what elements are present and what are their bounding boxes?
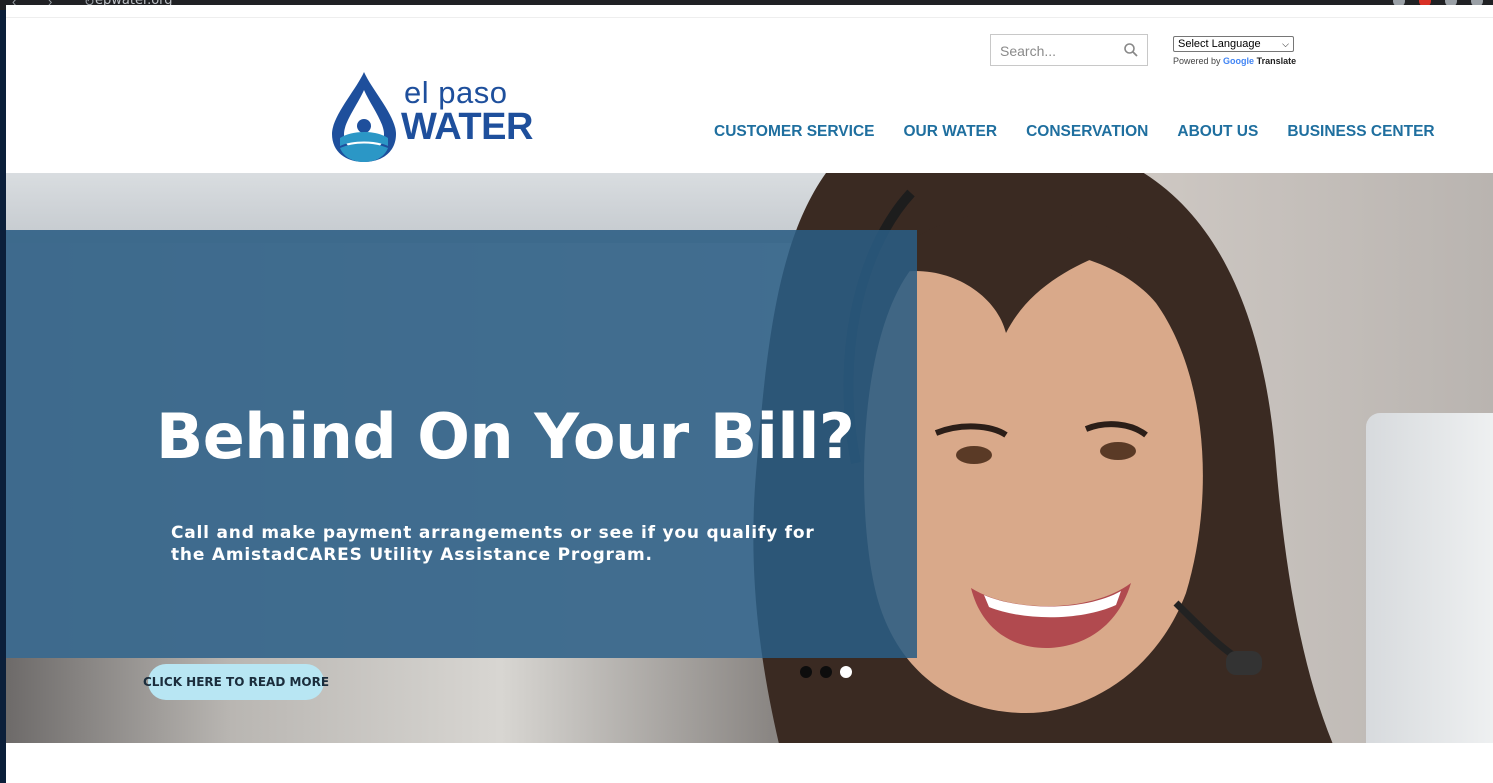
main-navigation: CUSTOMER SERVICE OUR WATER CONSERVATION …	[714, 123, 1435, 141]
nav-item-customer-service[interactable]: CUSTOMER SERVICE	[714, 123, 875, 141]
slider-dot-2[interactable]	[820, 666, 832, 678]
page: Select Language ⌵ Powered by Google Tran…	[6, 5, 1493, 783]
translate-link[interactable]: Translate	[1257, 56, 1297, 66]
search-icon[interactable]	[1123, 42, 1139, 58]
nav-item-our-water[interactable]: OUR WATER	[904, 123, 998, 141]
hero-text-panel: Behind On Your Bill? Call and make payme…	[6, 230, 917, 700]
chevron-down-icon: ⌵	[1282, 39, 1289, 49]
logo-text-line2: WATER	[401, 106, 533, 148]
search-input[interactable]	[998, 36, 1122, 66]
divider	[6, 17, 1493, 18]
nav-item-about-us[interactable]: ABOUT US	[1177, 123, 1258, 141]
powered-by-google-translate: Powered by Google Translate	[1173, 56, 1296, 66]
nav-item-business-center[interactable]: BUSINESS CENTER	[1287, 123, 1434, 141]
water-drop-icon	[332, 72, 396, 162]
nav-item-conservation[interactable]: CONSERVATION	[1026, 123, 1148, 141]
hero-headline: Behind On Your Bill?	[156, 400, 855, 473]
language-select[interactable]: Select Language ⌵	[1173, 36, 1294, 52]
google-logo[interactable]: Google	[1223, 56, 1254, 66]
powered-by-label: Powered by	[1173, 56, 1221, 66]
slider-dot-1[interactable]	[800, 666, 812, 678]
slider-dot-3[interactable]	[840, 666, 852, 678]
hero-slider: Behind On Your Bill? Call and make payme…	[6, 173, 1493, 743]
language-select-value: Select Language	[1178, 38, 1261, 50]
read-more-button[interactable]: CLICK HERE TO READ MORE	[143, 664, 329, 700]
slider-pagination	[800, 666, 852, 678]
el-paso-water-logo[interactable]: el paso WATER	[326, 68, 546, 164]
hero-subtext: Call and make payment arrangements or se…	[171, 523, 815, 565]
search-box[interactable]	[990, 34, 1148, 66]
